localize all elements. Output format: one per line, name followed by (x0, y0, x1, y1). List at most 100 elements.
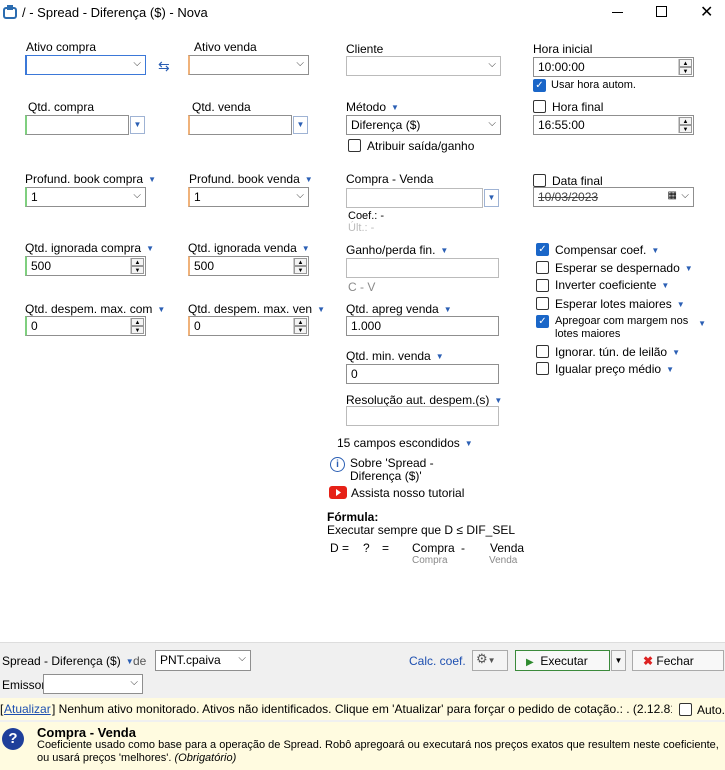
executar-button[interactable]: ▶ Executar (515, 650, 610, 671)
compra-venda-input[interactable] (346, 188, 483, 208)
check-ignorar-leilao-label: Ignorar. tún. de leilão ▼ (555, 345, 680, 359)
formula-compra-sub: Compra (412, 555, 448, 566)
ign-venda-label: Qtd. ignorada venda ▼ (188, 241, 310, 255)
metodo-label: Método ▼ (346, 100, 399, 114)
ult-value: Últ.: - (348, 222, 375, 234)
atualizar-link[interactable]: Atualizar (4, 702, 51, 716)
check-igualar-label: Igualar preço médio ▼ (555, 362, 674, 376)
desp-venda-input[interactable]: 0 ▲ ▼ (188, 316, 309, 336)
minimize-icon[interactable] (612, 12, 623, 13)
hora-final-label: Hora final (552, 100, 604, 114)
help-icon: ? (2, 728, 24, 750)
emissor-select[interactable]: ⌵ (43, 674, 143, 694)
app-icon (2, 4, 18, 20)
ign-venda-input[interactable]: 500 ▲ ▼ (188, 256, 309, 276)
swap-icon[interactable]: ⇆ (158, 58, 170, 75)
sobre-link[interactable]: Sobre 'Spread - Diferença ($)' (350, 457, 440, 483)
coef-value: Coef.: - (348, 210, 385, 222)
desp-compra-label: Qtd. despem. max. com ▼ (25, 302, 166, 316)
cliente-label: Cliente (346, 42, 384, 56)
usar-hora-checkbox[interactable]: ✓ (533, 79, 546, 92)
check-esperar-despernado[interactable] (536, 261, 549, 274)
youtube-icon (329, 486, 347, 499)
ativo-venda-select[interactable]: ⌵ (188, 55, 309, 75)
formula-venda-sub: Venda (489, 555, 518, 566)
hora-inicial-label: Hora inicial (533, 42, 593, 56)
hora-final-input[interactable]: 16:55:00 ▲ ▼ (533, 115, 694, 135)
formula-eq: = (382, 541, 390, 555)
hidden-fields-link[interactable]: 15 campos escondidos ▼ (337, 436, 473, 450)
qtd-compra-menu-button[interactable]: ▼ (130, 116, 145, 134)
de-label: de (133, 654, 147, 668)
check-apregoar-label: Apregoar com margem nos lotes maiores ▼ (555, 315, 706, 340)
usar-hora-label: Usar hora autom. (551, 79, 636, 91)
ganho-input[interactable] (346, 258, 499, 278)
check-compensar-label: Compensar coef. ▼ (555, 243, 660, 257)
auto-checkbox[interactable] (679, 703, 692, 716)
book-compra-select[interactable]: 1 ⌵ (25, 187, 146, 207)
compra-venda-menu-button[interactable]: ▼ (484, 189, 499, 207)
qtd-venda-input[interactable] (188, 115, 292, 135)
apreg-input[interactable]: 1.000 (346, 316, 499, 336)
calc-coef-link[interactable]: Calc. coef. (409, 654, 466, 668)
formula-text: Executar sempre que D ≤ DIF_SEL (327, 523, 515, 537)
formula-title: Fórmula: (327, 510, 379, 524)
tutorial-link[interactable]: Assista nosso tutorial (351, 486, 464, 500)
data-final-checkbox[interactable] (533, 174, 546, 187)
help-description: Coeficiente usado como base para a opera… (37, 739, 719, 764)
close-x-icon: ✖ (643, 654, 654, 668)
check-apregoar[interactable]: ✓ (536, 315, 549, 328)
book-compra-label: Profund. book compra ▼ (25, 172, 156, 186)
check-inverter-label: Inverter coeficiente ▼ (555, 278, 670, 292)
maximize-icon[interactable] (656, 6, 667, 17)
info-icon: i (330, 457, 345, 472)
ativo-venda-label: Ativo venda (194, 40, 257, 54)
formula-compra: Compra (412, 541, 455, 555)
executar-menu-button[interactable]: ▼ (611, 650, 626, 671)
ativo-compra-select[interactable]: ⌵ (25, 55, 146, 75)
qtd-compra-input[interactable] (25, 115, 129, 135)
hora-final-checkbox[interactable] (533, 100, 546, 113)
play-icon: ▶ (526, 657, 534, 668)
check-esperar-despernado-label: Esperar se despernado ▼ (555, 261, 693, 275)
close-icon[interactable]: ✕ (700, 2, 713, 22)
settings-button[interactable]: ⚙▼ (472, 650, 508, 671)
ign-compra-label: Qtd. ignorada compra ▼ (25, 241, 154, 255)
apreg-label: Qtd. apreg venda ▼ (346, 302, 452, 316)
formula-venda: Venda (490, 541, 525, 555)
check-esperar-lotes[interactable] (536, 297, 549, 310)
window-title: / - Spread - Diferença ($) - Nova (22, 5, 208, 20)
check-compensar[interactable]: ✓ (536, 243, 549, 256)
cliente-select[interactable]: ⌵ (346, 56, 501, 76)
strategy-selector[interactable]: Spread - Diferença ($) ▼ (2, 654, 134, 668)
book-venda-select[interactable]: 1 ⌵ (188, 187, 309, 207)
resolucao-input[interactable] (346, 406, 499, 426)
status-text: ] Nenhum ativo monitorado. Ativos não id… (52, 702, 672, 716)
ganho-label: Ganho/perda fin. ▼ (346, 243, 449, 257)
min-venda-input[interactable]: 0 (346, 364, 499, 384)
ativo-compra-label: Ativo compra (26, 40, 97, 54)
account-select[interactable]: PNT.cpaiva ⌵ (155, 650, 251, 671)
ign-compra-input[interactable]: 500 ▲ ▼ (25, 256, 146, 276)
data-final-label: Data final (552, 174, 603, 188)
resolucao-label: Resolução aut. despem.(s) ▼ (346, 393, 503, 407)
check-inverter[interactable] (536, 279, 549, 292)
formula-q: ? (363, 541, 370, 555)
emissor-label: Emissor (2, 678, 46, 692)
fechar-button[interactable]: ✖ Fechar (632, 650, 724, 671)
title-bar: / - Spread - Diferença ($) - Nova ✕ (0, 0, 725, 26)
desp-compra-input[interactable]: 0 ▲ ▼ (25, 316, 146, 336)
check-igualar[interactable] (536, 362, 549, 375)
qtd-venda-menu-button[interactable]: ▼ (293, 116, 308, 134)
book-venda-label: Profund. book venda ▼ (189, 172, 313, 186)
atribuir-label: Atribuir saída/ganho (367, 139, 475, 153)
calendar-icon[interactable]: ▦ (668, 190, 677, 201)
data-final-input[interactable]: 10/03/2023 ▦ ⌵ (533, 187, 694, 207)
atribuir-checkbox[interactable] (348, 139, 361, 152)
min-venda-label: Qtd. min. venda ▼ (346, 349, 444, 363)
check-ignorar-leilao[interactable] (536, 345, 549, 358)
compra-venda-label: Compra - Venda (346, 172, 434, 186)
hora-inicial-input[interactable]: 10:00:00 ▲ ▼ (533, 57, 694, 77)
metodo-select[interactable]: Diferença ($) ⌵ (346, 115, 501, 135)
status-bracket: [ (0, 702, 4, 716)
